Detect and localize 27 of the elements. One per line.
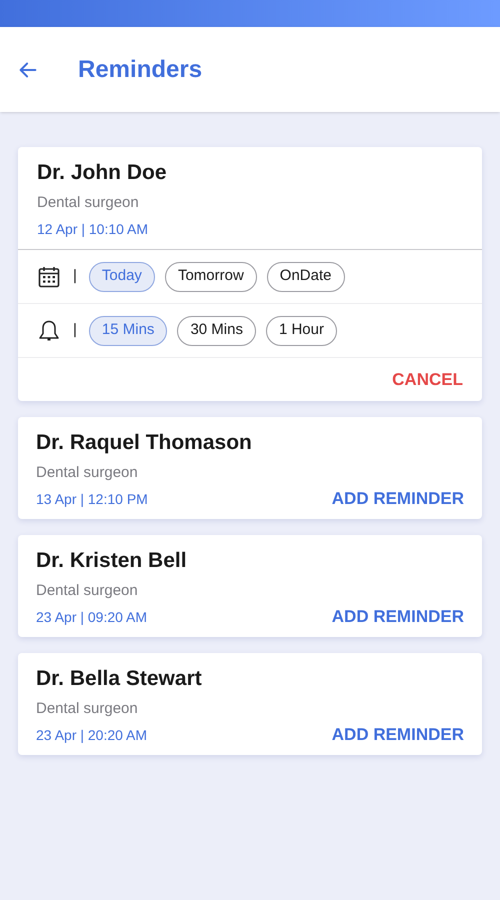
- separator-text: |: [73, 320, 77, 340]
- option-chip[interactable]: 30 Mins: [177, 316, 256, 346]
- add-reminder-button[interactable]: ADD REMINDER: [332, 607, 464, 627]
- appointment-time: 23 Apr | 09:20 AM: [36, 608, 148, 627]
- specialty-text: Dental surgeon: [36, 463, 139, 483]
- calendar-icon: [37, 264, 61, 288]
- option-chip[interactable]: OnDate: [266, 262, 344, 292]
- cancel-button[interactable]: CANCEL: [392, 366, 463, 392]
- specialty-text: Dental surgeon: [36, 699, 139, 719]
- specialty-text: Dental surgeon: [36, 581, 139, 601]
- appointment-time: 23 Apr | 20:20 AM: [36, 726, 148, 745]
- page-title: Reminders: [78, 54, 202, 84]
- option-chip[interactable]: 15 Mins: [88, 316, 168, 346]
- appointment-time: 13 Apr | 12:10 PM: [36, 490, 148, 509]
- add-reminder-button[interactable]: ADD REMINDER: [332, 489, 464, 509]
- bell-icon: [37, 318, 61, 342]
- option-chip[interactable]: 1 Hour: [266, 316, 337, 346]
- doctor-name: Dr. Bella Stewart: [36, 666, 203, 692]
- option-chip[interactable]: Tomorrow: [164, 262, 257, 292]
- separator-text: |: [73, 266, 77, 286]
- doctor-name: Dr. Kristen Bell: [36, 548, 188, 574]
- appointment-time: 12 Apr | 10:10 AM: [37, 220, 148, 239]
- specialty-text: Dental surgeon: [37, 193, 140, 213]
- option-chip[interactable]: Today: [88, 262, 155, 292]
- doctor-name: Dr. Raquel Thomason: [36, 430, 253, 456]
- doctor-name: Dr. John Doe: [37, 160, 168, 186]
- add-reminder-button[interactable]: ADD REMINDER: [332, 725, 464, 745]
